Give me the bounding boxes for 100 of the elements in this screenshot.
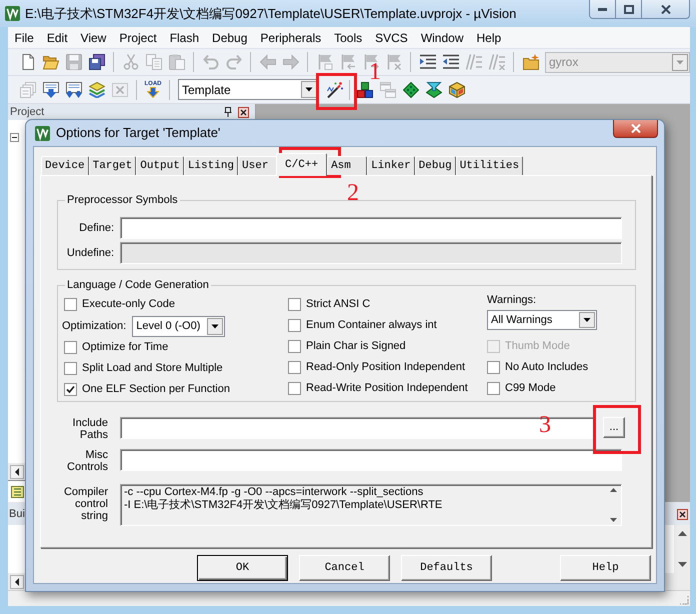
panel-title: Project — [10, 106, 44, 118]
option-label: Enum Container always int — [306, 318, 437, 334]
close-button[interactable] — [613, 120, 658, 138]
checkbox[interactable] — [288, 361, 301, 374]
dialog-button[interactable]: Defaults — [401, 555, 492, 581]
tab[interactable]: Debug — [414, 156, 456, 175]
checkbox[interactable] — [64, 383, 77, 396]
misc-controls-field[interactable] — [120, 449, 622, 471]
menu-item[interactable]: Flash — [163, 28, 206, 48]
tab[interactable]: Linker — [367, 156, 415, 175]
scroll-up-icon[interactable] — [678, 531, 686, 536]
checkbox[interactable] — [487, 361, 500, 374]
highlight-box — [316, 73, 357, 110]
tab[interactable]: Output — [136, 156, 184, 175]
checkbox[interactable] — [64, 362, 77, 375]
dialog-button[interactable]: OK — [197, 555, 288, 581]
outdent-icon[interactable] — [442, 54, 458, 70]
tab[interactable]: Asm — [327, 156, 368, 175]
diamond-funnel-icon[interactable] — [426, 82, 442, 98]
option-label: Read-Only Position Independent — [306, 360, 465, 376]
dialog-button[interactable]: Help — [560, 555, 651, 581]
panel-title: Bui — [9, 507, 25, 522]
minimize-button[interactable] — [589, 0, 616, 19]
menu-item[interactable]: File — [8, 28, 40, 48]
option-label: Execute-only Code — [82, 297, 175, 312]
menu-item[interactable]: Peripherals — [254, 28, 328, 48]
option-label: Optimize for Time — [82, 340, 168, 356]
field-label: Define: — [78, 220, 114, 236]
checkbox[interactable] — [288, 319, 301, 332]
tab[interactable]: Target — [88, 156, 136, 175]
optimization-dropdown[interactable]: Level 0 (-O0) — [132, 316, 226, 336]
app-logo-icon — [35, 126, 50, 140]
menu-item[interactable]: SVCS — [368, 28, 414, 48]
menu-item[interactable]: Tools — [328, 28, 369, 48]
close-icon[interactable] — [677, 509, 688, 520]
menu-item[interactable]: Debug — [206, 28, 254, 48]
page-double-arrow-icon[interactable] — [66, 82, 82, 98]
group-title: Language / Code Generation — [66, 278, 210, 292]
new-file-icon[interactable] — [20, 54, 36, 70]
stacked-disks-icon[interactable] — [88, 54, 104, 70]
scroll-up-icon — [610, 488, 617, 492]
down-arrow-icon — [147, 87, 159, 98]
tab[interactable]: Listing — [184, 156, 238, 175]
close-button[interactable] — [642, 0, 690, 19]
open-folder-icon[interactable] — [42, 54, 58, 70]
cubes-icon[interactable] — [356, 82, 372, 98]
annotation-number: 2 — [347, 181, 359, 205]
indent-icon[interactable] — [420, 54, 436, 70]
menu-item[interactable]: Project — [112, 28, 164, 48]
checkbox[interactable] — [288, 340, 301, 353]
scroll-down-icon — [610, 518, 617, 522]
option-label: Optimization: — [62, 318, 126, 334]
close-icon — [660, 4, 670, 14]
package-icon[interactable] — [448, 82, 464, 98]
scroll-down-icon[interactable] — [678, 562, 686, 567]
checkbox[interactable] — [487, 382, 500, 395]
group-title: Preprocessor Symbols — [66, 193, 179, 207]
text-field[interactable] — [120, 217, 622, 239]
maximize-button[interactable] — [616, 0, 642, 19]
warnings-dropdown[interactable]: All Warnings — [487, 310, 597, 330]
tab[interactable]: Utilities — [456, 156, 524, 175]
annotation-number: 3 — [539, 413, 551, 437]
field-label: Undefine: — [66, 246, 114, 261]
minimize-icon — [598, 8, 607, 10]
option-label: Warnings: — [487, 294, 538, 308]
menu-item[interactable]: Help — [470, 28, 508, 48]
option-label: Strict ANSI C — [306, 297, 370, 312]
dialog-title: Options for Target 'Template' — [56, 124, 220, 142]
checkbox[interactable] — [288, 298, 301, 311]
folder-icon[interactable] — [522, 54, 538, 70]
checkbox[interactable] — [64, 298, 77, 311]
tab[interactable]: C/C++ — [276, 153, 328, 176]
page-down-arrow-icon[interactable] — [42, 82, 58, 98]
magic-wand-icon[interactable] — [326, 82, 342, 98]
highlight-box — [593, 405, 641, 454]
option-label: C99 Mode — [505, 381, 556, 396]
scroll-left-icon[interactable] — [10, 574, 24, 588]
close-icon[interactable] — [238, 106, 249, 118]
collapse-icon[interactable] — [10, 133, 19, 142]
scroll-left-icon[interactable] — [10, 464, 24, 478]
stacked-layers-icon[interactable] — [88, 82, 104, 98]
list-icon[interactable] — [11, 486, 24, 498]
menu-item[interactable]: View — [74, 28, 113, 48]
field-label: Compiler control string — [62, 485, 108, 522]
tab[interactable]: Device — [41, 156, 89, 175]
menu-item[interactable]: Window — [414, 28, 470, 48]
option-label: Split Load and Store Multiple — [82, 361, 223, 376]
field-label: Include Paths — [72, 417, 108, 441]
tab[interactable]: User — [238, 156, 278, 175]
compiler-string-field[interactable]: -c --cpu Cortex-M4.fp -g -O0 --apcs=interwork --split_sections -I E:\电子技术\STM32F4开发\文档编写0927\Template\USER\RTE — [120, 484, 622, 526]
menu-item[interactable]: Edit — [40, 28, 74, 48]
diamond-icon[interactable] — [402, 82, 418, 98]
pin-icon[interactable] — [224, 107, 232, 117]
checkbox[interactable] — [288, 382, 301, 395]
include-paths-field[interactable] — [120, 417, 595, 439]
checkbox[interactable] — [64, 341, 77, 354]
dialog-button[interactable]: Cancel — [299, 555, 390, 581]
option-label: Read-Write Position Independent — [306, 381, 468, 396]
target-dropdown[interactable]: Template — [178, 79, 319, 100]
browse-button[interactable]: ... — [603, 417, 625, 438]
